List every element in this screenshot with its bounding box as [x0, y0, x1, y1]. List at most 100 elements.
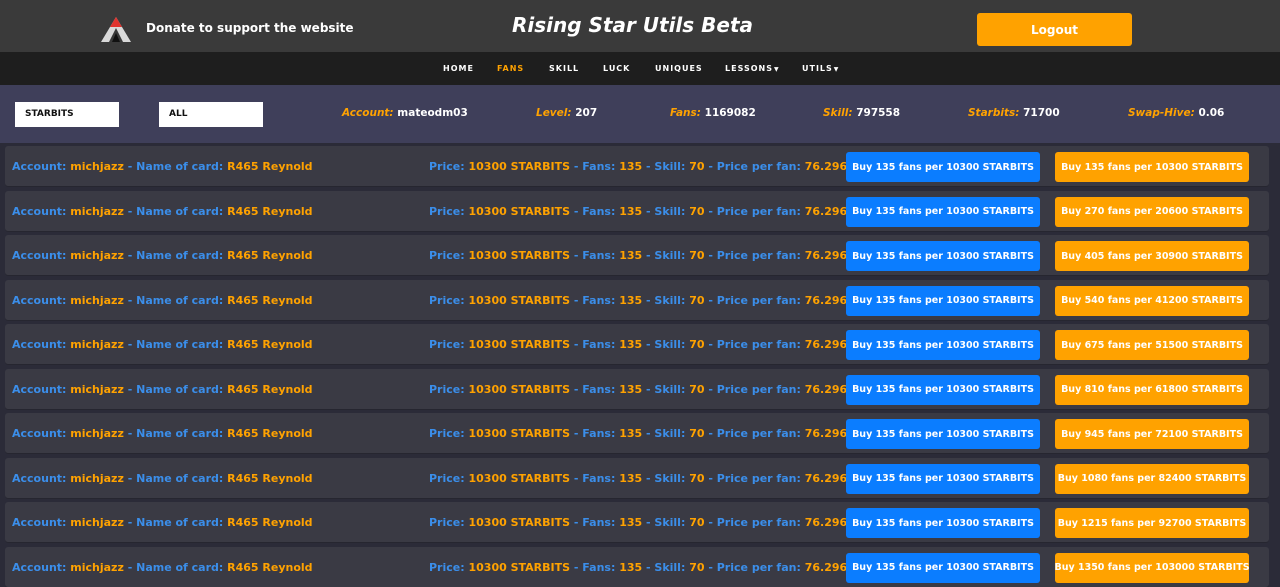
fans-label: Fans: [582, 160, 616, 173]
card-name-label: Name of card: [136, 160, 224, 173]
skill-label: Skill: [654, 204, 686, 218]
skill-value: 70 [689, 382, 705, 396]
fans-value: 135 [619, 338, 643, 351]
buy-cumulative-button[interactable]: Buy 945 fans per 72100 STARBITS [1055, 419, 1249, 449]
stat-value: 207 [575, 107, 598, 119]
price-label: Price: [429, 516, 465, 529]
price-per-fan-label: Price per fan: [716, 382, 801, 396]
separator: - [123, 516, 137, 529]
nav-fans[interactable]: FANS [497, 52, 524, 85]
nav-uniques[interactable]: UNIQUES [655, 52, 703, 85]
stat-label: Level: [536, 107, 572, 119]
separator: - [642, 293, 655, 307]
price-label: Price: [429, 382, 465, 396]
price-label: Price: [429, 560, 465, 574]
buy-single-button[interactable]: Buy 135 fans per 10300 STARBITS [846, 463, 1040, 494]
price-label: Price: [429, 338, 465, 351]
stat-value: mateodm03 [397, 107, 468, 119]
buy-cumulative-button[interactable]: Buy 540 fans per 41200 STARBITS [1055, 285, 1249, 316]
currency-select[interactable]: STARBITS [15, 102, 119, 127]
listing-row: Account: michjazz - Name of card: R465 R… [5, 457, 1269, 499]
stat-swap-hive: Swap-Hive: 0.06 [1128, 107, 1224, 119]
buy-cumulative-button[interactable]: Buy 810 fans per 61800 STARBITS [1055, 374, 1249, 405]
separator: - [570, 338, 583, 351]
separator: - [642, 249, 655, 262]
listing-card-info: Account: michjazz - Name of card: R465 R… [12, 561, 313, 574]
separator: - [570, 427, 583, 440]
separator: - [570, 160, 583, 173]
buy-single-button[interactable]: Buy 135 fans per 10300 STARBITS [846, 241, 1040, 271]
separator: - [704, 560, 717, 574]
fans-value: 135 [619, 427, 643, 440]
fans-value: 135 [619, 249, 643, 262]
skill-label: Skill: [654, 249, 686, 262]
separator: - [704, 471, 717, 485]
stat-label: Starbits: [968, 107, 1020, 119]
price-value: 10300 STARBITS [468, 516, 571, 529]
separator: - [570, 471, 583, 485]
buy-cumulative-button[interactable]: Buy 1215 fans per 92700 STARBITS [1055, 508, 1249, 538]
buy-single-button[interactable]: Buy 135 fans per 10300 STARBITS [846, 374, 1040, 405]
stat-account: Account: mateodm03 [342, 107, 468, 119]
nav-lessons-label: LESSONS [725, 64, 773, 73]
buy-single-button[interactable]: Buy 135 fans per 10300 STARBITS [846, 552, 1040, 583]
card-name-value: R465 Reynold [227, 560, 313, 574]
separator: - [642, 160, 655, 173]
stat-value: 1169082 [704, 107, 756, 119]
listing-price-info: Price: 10300 STARBITS - Fans: 135 - Skil… [429, 472, 870, 485]
separator: - [123, 249, 137, 262]
caret-down-icon: ▼ [833, 66, 840, 73]
buy-single-button[interactable]: Buy 135 fans per 10300 STARBITS [846, 330, 1040, 360]
skill-label: Skill: [654, 382, 686, 396]
skill-value: 70 [689, 204, 705, 218]
price-per-fan-label: Price per fan: [716, 160, 801, 173]
price-value: 10300 STARBITS [468, 382, 571, 396]
buy-cumulative-button[interactable]: Buy 135 fans per 10300 STARBITS [1055, 152, 1249, 182]
separator: - [570, 249, 583, 262]
fans-value: 135 [619, 560, 643, 574]
separator: - [704, 516, 717, 529]
fans-value: 135 [619, 160, 643, 173]
listing-card-info: Account: michjazz - Name of card: R465 R… [12, 516, 313, 529]
buy-cumulative-button[interactable]: Buy 1350 fans per 103000 STARBITS [1054, 552, 1250, 583]
separator: - [123, 471, 137, 485]
separator: - [642, 471, 655, 485]
separator: - [123, 427, 137, 440]
stat-skill: Skill: 797558 [823, 107, 900, 119]
buy-cumulative-button[interactable]: Buy 405 fans per 30900 STARBITS [1055, 241, 1249, 271]
top-bar: Donate to support the website Rising Sta… [0, 0, 1280, 52]
scope-select[interactable]: ALL [159, 102, 263, 127]
logout-button[interactable]: Logout [977, 13, 1132, 46]
buy-single-button[interactable]: Buy 135 fans per 10300 STARBITS [846, 285, 1040, 316]
nav-lessons[interactable]: LESSONS▼ [725, 52, 780, 85]
buy-cumulative-button[interactable]: Buy 675 fans per 51500 STARBITS [1055, 330, 1249, 360]
fans-label: Fans: [582, 249, 616, 262]
listing-row: Account: michjazz - Name of card: R465 R… [5, 235, 1269, 276]
buy-single-button[interactable]: Buy 135 fans per 10300 STARBITS [846, 419, 1040, 449]
separator: - [123, 293, 137, 307]
nav-skill[interactable]: SKILL [549, 52, 579, 85]
listing-card-info: Account: michjazz - Name of card: R465 R… [12, 472, 313, 485]
skill-label: Skill: [654, 160, 686, 173]
buy-single-button[interactable]: Buy 135 fans per 10300 STARBITS [846, 196, 1040, 227]
nav-home[interactable]: HOME [443, 52, 474, 85]
listing-row: Account: michjazz - Name of card: R465 R… [5, 368, 1269, 410]
buy-cumulative-button[interactable]: Buy 270 fans per 20600 STARBITS [1055, 196, 1249, 227]
buy-single-button[interactable]: Buy 135 fans per 10300 STARBITS [846, 508, 1040, 538]
buy-cumulative-button[interactable]: Buy 1080 fans per 82400 STARBITS [1055, 463, 1249, 494]
listing-card-info: Account: michjazz - Name of card: R465 R… [12, 427, 313, 440]
price-value: 10300 STARBITS [468, 338, 571, 351]
buy-single-button[interactable]: Buy 135 fans per 10300 STARBITS [846, 152, 1040, 182]
listing-row: Account: michjazz - Name of card: R465 R… [5, 324, 1269, 365]
skill-value: 70 [689, 338, 705, 351]
price-per-fan-label: Price per fan: [716, 471, 801, 485]
card-name-value: R465 Reynold [227, 338, 313, 351]
listing-price-info: Price: 10300 STARBITS - Fans: 135 - Skil… [429, 338, 870, 351]
listing-price-info: Price: 10300 STARBITS - Fans: 135 - Skil… [429, 383, 870, 396]
card-name-label: Name of card: [136, 204, 224, 218]
card-name-value: R465 Reynold [227, 293, 313, 307]
listing-price-info: Price: 10300 STARBITS - Fans: 135 - Skil… [429, 205, 870, 218]
price-value: 10300 STARBITS [468, 560, 571, 574]
nav-utils[interactable]: UTILS▼ [802, 52, 839, 85]
nav-luck[interactable]: LUCK [603, 52, 630, 85]
